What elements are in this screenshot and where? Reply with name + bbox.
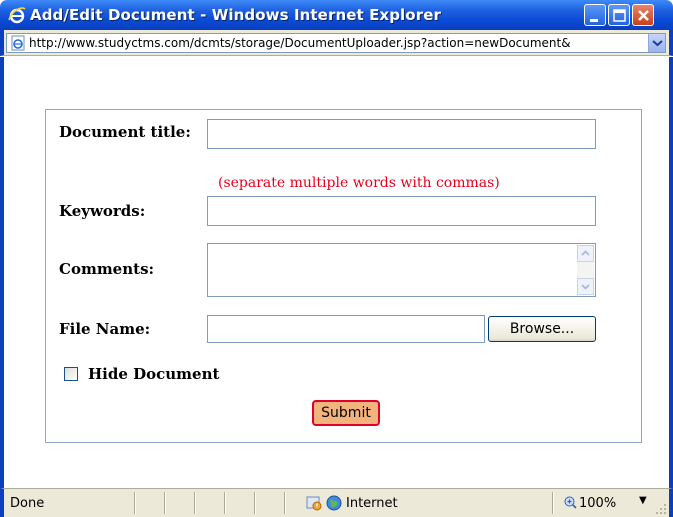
status-divider bbox=[224, 492, 226, 514]
browse-button[interactable]: Browse... bbox=[488, 316, 596, 342]
minimize-button[interactable] bbox=[584, 4, 606, 26]
keywords-input[interactable] bbox=[207, 196, 596, 226]
security-zone-label: Internet bbox=[346, 496, 398, 511]
comments-label: Comments: bbox=[59, 260, 155, 278]
scroll-down-icon bbox=[581, 284, 590, 290]
hide-document-checkbox[interactable] bbox=[64, 367, 78, 381]
file-name-label: File Name: bbox=[59, 320, 151, 338]
ie-icon bbox=[8, 7, 26, 24]
close-icon bbox=[638, 10, 649, 21]
page-content: Document title: (separate multiple words… bbox=[0, 57, 673, 488]
document-title-label: Document title: bbox=[59, 123, 191, 141]
status-text: Done bbox=[10, 496, 45, 511]
page-icon bbox=[11, 35, 25, 51]
status-divider bbox=[194, 492, 196, 514]
scroll-down-button[interactable] bbox=[577, 278, 594, 295]
status-divider bbox=[552, 492, 554, 514]
keywords-hint: (separate multiple words with commas) bbox=[218, 175, 500, 191]
zoom-level[interactable]: 100% bbox=[579, 496, 616, 511]
minimize-icon bbox=[590, 19, 598, 22]
scroll-up-button[interactable] bbox=[577, 245, 594, 262]
title-bar[interactable]: Add/Edit Document - Windows Internet Exp… bbox=[0, 0, 673, 30]
submit-button[interactable]: Submit bbox=[312, 400, 380, 426]
hide-document-label[interactable]: Hide Document bbox=[88, 365, 219, 383]
address-field[interactable]: http://www.studyctms.com/dcmts/storage/D… bbox=[6, 33, 666, 53]
document-form: Document title: (separate multiple words… bbox=[45, 109, 642, 443]
status-bar: Done Internet 100% ▼ bbox=[0, 488, 673, 517]
document-title-input[interactable] bbox=[207, 119, 596, 149]
internet-zone-icon[interactable] bbox=[326, 495, 342, 511]
scroll-up-icon bbox=[581, 250, 590, 256]
status-divider bbox=[284, 492, 286, 514]
maximize-button[interactable] bbox=[608, 4, 630, 26]
status-divider bbox=[134, 492, 136, 514]
keywords-label: Keywords: bbox=[59, 202, 146, 220]
address-bar: http://www.studyctms.com/dcmts/storage/D… bbox=[0, 30, 673, 56]
zoom-icon[interactable] bbox=[564, 496, 577, 509]
address-url: http://www.studyctms.com/dcmts/storage/D… bbox=[29, 36, 571, 50]
window-title: Add/Edit Document - Windows Internet Exp… bbox=[30, 6, 441, 24]
address-dropdown-button[interactable] bbox=[648, 34, 665, 52]
status-divider bbox=[164, 492, 166, 514]
zoom-dropdown-icon[interactable]: ▼ bbox=[639, 495, 647, 506]
maximize-icon bbox=[613, 9, 626, 22]
close-button[interactable] bbox=[632, 4, 654, 26]
protected-mode-icon[interactable] bbox=[306, 495, 322, 511]
file-name-input[interactable] bbox=[207, 315, 485, 343]
status-divider bbox=[254, 492, 256, 514]
chevron-down-icon bbox=[652, 40, 663, 47]
comments-scrollbar[interactable] bbox=[577, 245, 594, 295]
resize-grip-icon[interactable] bbox=[655, 503, 667, 515]
comments-textarea[interactable] bbox=[207, 243, 596, 297]
